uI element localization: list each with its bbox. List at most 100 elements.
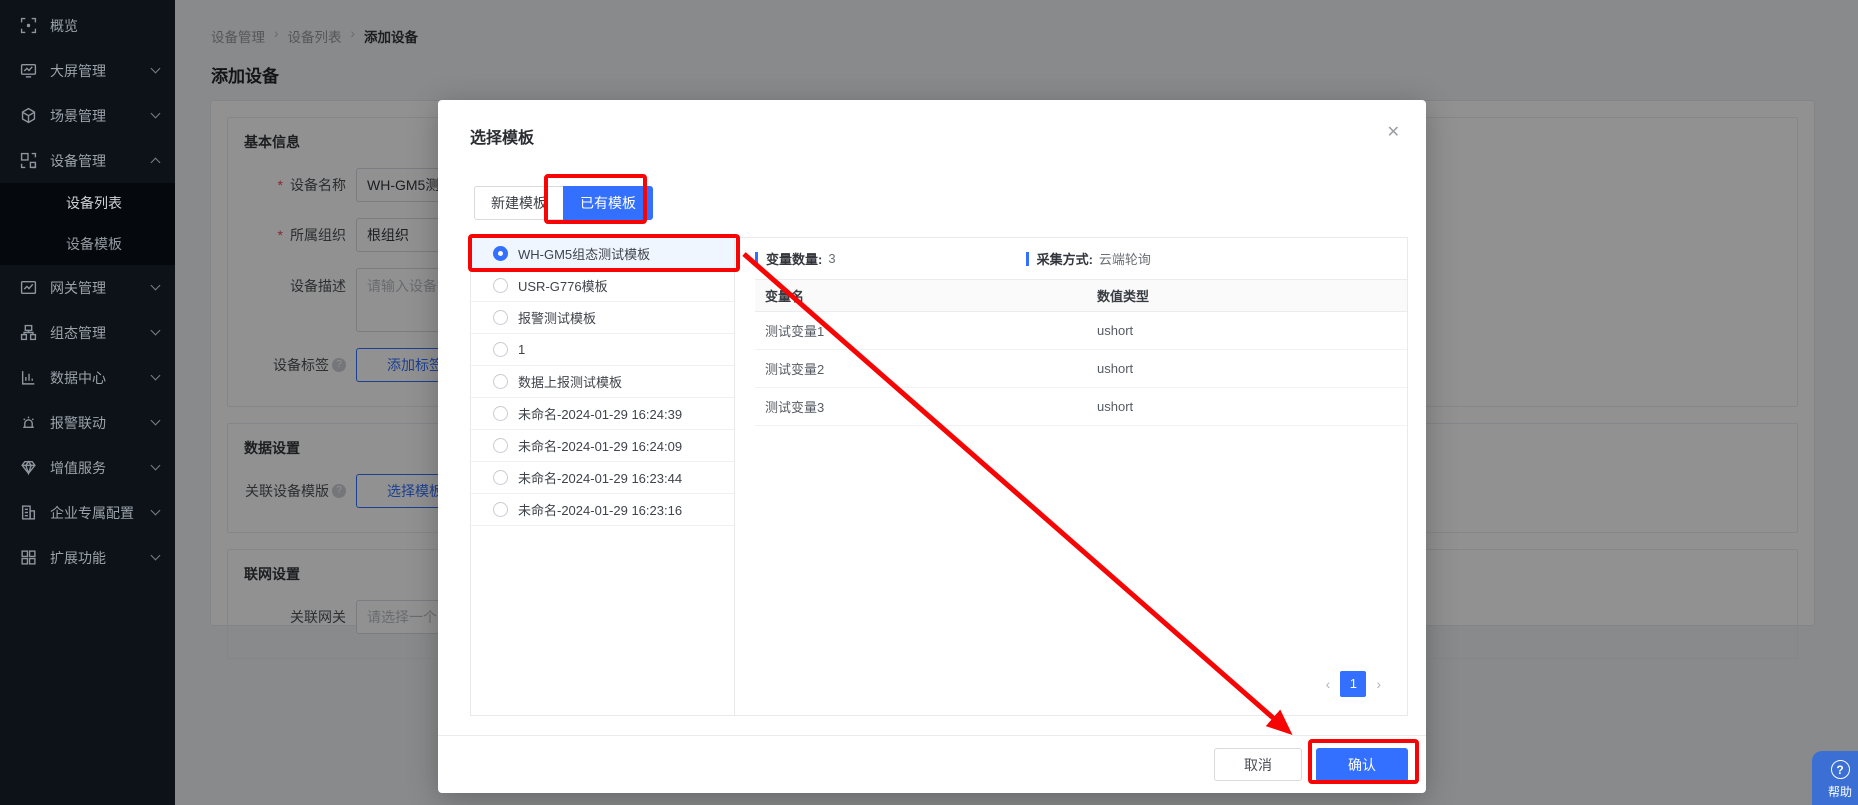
sidebar-item-label: 设备管理 — [50, 151, 152, 171]
diamond-icon — [20, 459, 37, 476]
radio-icon[interactable] — [493, 278, 508, 293]
template-option-label: 未命名-2024-01-29 16:23:16 — [518, 500, 682, 519]
confirm-button[interactable]: 确认 — [1316, 748, 1408, 782]
sidebar-item-label: 企业专属配置 — [50, 503, 152, 523]
sidebar-item-enterprise-config[interactable]: 企业专属配置 — [0, 490, 175, 535]
data-center-icon — [20, 369, 37, 386]
sidebar-item-scada-mgmt[interactable]: 组态管理 — [0, 310, 175, 355]
column-header-type: 数值类型 — [1097, 286, 1407, 305]
template-option-label: 未命名-2024-01-29 16:24:09 — [518, 436, 682, 455]
stat-value: 3 — [828, 251, 835, 266]
variable-count-stat: 变量数量: 3 — [755, 249, 836, 268]
chevron-down-icon — [151, 461, 161, 471]
radio-icon[interactable] — [493, 406, 508, 421]
scada-icon — [20, 324, 37, 341]
help-question-icon: ? — [1831, 760, 1850, 779]
template-list: WH-GM5组态测试模板 USR-G776模板 报警测试模板 1 数据上报测试模… — [471, 238, 735, 715]
template-option[interactable]: 未命名-2024-01-29 16:23:16 — [471, 494, 734, 526]
sidebar-item-label: 组态管理 — [50, 323, 152, 343]
sidebar-item-label: 场景管理 — [50, 106, 152, 126]
sidebar-item-device-list[interactable]: 设备列表 — [0, 183, 175, 224]
select-template-modal: 选择模板 ✕ 新建模板 已有模板 WH-GM5组态测试模板 USR-G776模板… — [438, 100, 1426, 793]
sidebar-item-extensions[interactable]: 扩展功能 — [0, 535, 175, 580]
template-option[interactable]: USR-G776模板 — [471, 270, 734, 302]
chevron-up-icon — [151, 158, 161, 168]
help-label: 帮助 — [1828, 783, 1852, 800]
column-header-name: 变量名 — [755, 286, 1097, 305]
modal-title: 选择模板 — [470, 124, 534, 148]
chevron-down-icon — [151, 326, 161, 336]
modal-footer: 取消 确认 — [438, 735, 1426, 793]
template-option-label: 报警测试模板 — [518, 308, 596, 327]
building-icon — [20, 504, 37, 521]
radio-icon[interactable] — [493, 438, 508, 453]
sidebar-item-label: 扩展功能 — [50, 548, 152, 568]
sidebar-item-overview[interactable]: 概览 — [0, 3, 175, 48]
variable-type-cell: ushort — [1097, 361, 1407, 376]
template-detail-panel: 变量数量: 3 采集方式: 云端轮询 变量名 数值类型 测试变量1 ushort — [735, 238, 1407, 715]
radio-icon[interactable] — [493, 470, 508, 485]
tab-existing-template[interactable]: 已有模板 — [563, 186, 653, 220]
template-option[interactable]: 未命名-2024-01-29 16:23:44 — [471, 462, 734, 494]
template-option[interactable]: 1 — [471, 334, 734, 366]
template-option[interactable]: 报警测试模板 — [471, 302, 734, 334]
device-mgmt-submenu: 设备列表 设备模板 — [0, 183, 175, 265]
sidebar-item-device-mgmt[interactable]: 设备管理 — [0, 138, 175, 183]
table-row: 测试变量2 ushort — [755, 350, 1407, 388]
grid-icon — [20, 549, 37, 566]
template-option-label: 未命名-2024-01-29 16:23:44 — [518, 468, 682, 487]
scene-icon — [20, 107, 37, 124]
chevron-down-icon — [151, 551, 161, 561]
sidebar: 概览 大屏管理 场景管理 设备管理 设备列表 设备模板 网关管理 组态 — [0, 0, 175, 805]
help-button[interactable]: ? 帮助 — [1812, 751, 1858, 805]
collect-mode-stat: 采集方式: 云端轮询 — [1026, 249, 1151, 268]
chevron-down-icon — [151, 416, 161, 426]
sidebar-item-gateway-mgmt[interactable]: 网关管理 — [0, 265, 175, 310]
gateway-icon — [20, 279, 37, 296]
radio-icon[interactable] — [493, 502, 508, 517]
next-page-button[interactable]: › — [1376, 676, 1381, 692]
sidebar-item-alarm-linkage[interactable]: 报警联动 — [0, 400, 175, 445]
radio-selected-icon[interactable] — [493, 246, 508, 261]
sidebar-item-data-center[interactable]: 数据中心 — [0, 355, 175, 400]
sidebar-item-scene-mgmt[interactable]: 场景管理 — [0, 93, 175, 138]
template-option[interactable]: 未命名-2024-01-29 16:24:09 — [471, 430, 734, 462]
template-option-label: 1 — [518, 342, 525, 357]
variable-type-cell: ushort — [1097, 399, 1407, 414]
overview-icon — [20, 17, 37, 34]
table-row: 测试变量1 ushort — [755, 312, 1407, 350]
template-option-label: USR-G776模板 — [518, 276, 608, 295]
template-option-label: 未命名-2024-01-29 16:24:39 — [518, 404, 682, 423]
alarm-icon — [20, 414, 37, 431]
template-option[interactable]: 数据上报测试模板 — [471, 366, 734, 398]
variable-name-cell: 测试变量2 — [755, 359, 1097, 378]
prev-page-button[interactable]: ‹ — [1326, 676, 1331, 692]
template-option[interactable]: WH-GM5组态测试模板 — [471, 238, 734, 270]
stat-value: 云端轮询 — [1099, 249, 1151, 268]
variable-name-cell: 测试变量1 — [755, 321, 1097, 340]
chevron-down-icon — [151, 281, 161, 291]
page-number[interactable]: 1 — [1340, 671, 1366, 697]
chevron-down-icon — [151, 371, 161, 381]
chevron-down-icon — [151, 64, 161, 74]
stat-label: 变量数量: — [766, 249, 822, 268]
template-stats: 变量数量: 3 采集方式: 云端轮询 — [755, 238, 1407, 279]
close-icon[interactable]: ✕ — [1387, 122, 1400, 142]
tab-new-template[interactable]: 新建模板 — [474, 186, 563, 220]
sidebar-item-value-added[interactable]: 增值服务 — [0, 445, 175, 490]
stat-label: 采集方式: — [1037, 249, 1093, 268]
template-option-label: WH-GM5组态测试模板 — [518, 244, 650, 263]
stat-bar-icon — [755, 252, 758, 266]
template-option[interactable]: 未命名-2024-01-29 16:24:39 — [471, 398, 734, 430]
device-icon — [20, 152, 37, 169]
radio-icon[interactable] — [493, 310, 508, 325]
sidebar-item-label: 报警联动 — [50, 413, 152, 433]
radio-icon[interactable] — [493, 342, 508, 357]
radio-icon[interactable] — [493, 374, 508, 389]
sidebar-item-screen-mgmt[interactable]: 大屏管理 — [0, 48, 175, 93]
cancel-button[interactable]: 取消 — [1214, 748, 1302, 781]
pagination: ‹ 1 › — [1326, 671, 1381, 697]
chevron-down-icon — [151, 506, 161, 516]
table-row: 测试变量3 ushort — [755, 388, 1407, 426]
sidebar-item-device-template[interactable]: 设备模板 — [0, 224, 175, 265]
